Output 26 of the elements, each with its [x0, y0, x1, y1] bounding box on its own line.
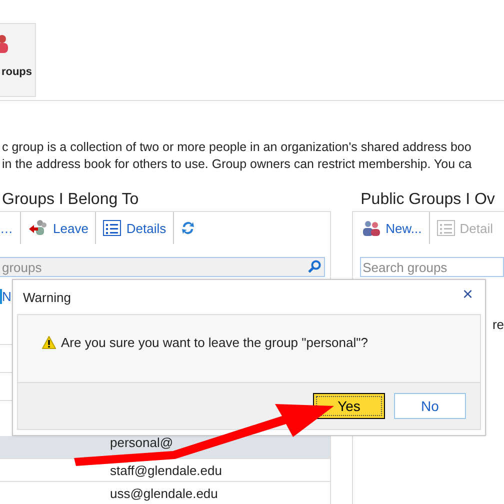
panel-title: Public Groups I Ov: [360, 190, 496, 210]
toolbar-button[interactable]: New...: [360, 212, 430, 244]
refresh-icon[interactable]: [181, 220, 196, 236]
description-text: in the address book for others to use. Group owners can restrict membership. You ca: [1, 156, 473, 173]
dialog-message: Are you sure you want to leave the group "personal"?: [61, 335, 368, 350]
toolbar-button[interactable]: Details: [96, 212, 174, 244]
list-icon: [436, 220, 455, 236]
toolbar-button[interactable]: Leave: [21, 212, 96, 244]
close-button[interactable]: ×: [458, 284, 477, 304]
panel-title: Groups I Belong To: [2, 190, 140, 210]
people-icon: [360, 219, 381, 237]
table-cell: re: [492, 317, 504, 332]
dialog-button[interactable]: No: [394, 393, 466, 419]
description-text: c group is a collection of two or more people in an organization's shared address boo: [1, 139, 472, 156]
table-row[interactable]: uss@glendale.edu: [0, 482, 330, 504]
people-icon: [0, 34, 10, 54]
search-icon[interactable]: [308, 260, 321, 273]
dialog-title: Warning: [23, 290, 71, 304]
groups-button[interactable]: roups: [0, 23, 36, 97]
list-icon: [103, 220, 122, 236]
toolbar-button[interactable]: …: [0, 212, 21, 244]
warning-icon: [42, 336, 56, 349]
search-field[interactable]: Search groups: [360, 257, 504, 277]
people-icon: [28, 219, 48, 237]
search-field[interactable]: groups: [0, 257, 325, 277]
dialog-button[interactable]: Yes: [313, 393, 385, 419]
